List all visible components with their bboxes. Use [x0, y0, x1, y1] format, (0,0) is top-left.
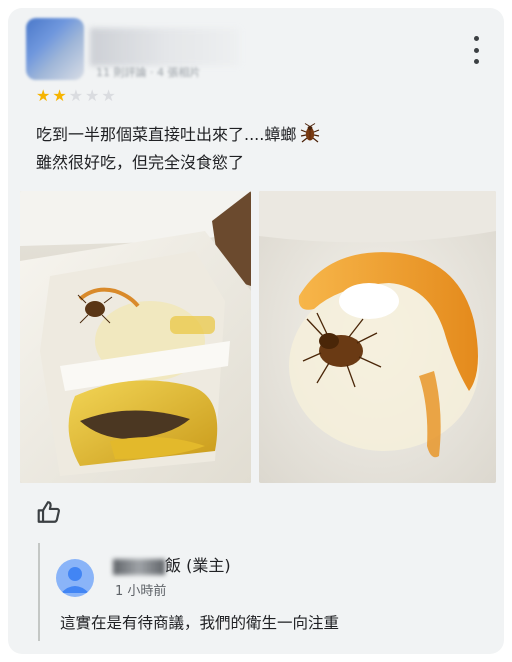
owner-reply-divider [38, 543, 40, 641]
star-icon: ★ [36, 86, 51, 105]
owner-name[interactable]: 飯 (業主) [113, 552, 231, 576]
star-icon: ★ [52, 86, 67, 105]
review-photo-2[interactable] [259, 191, 496, 483]
like-button[interactable] [36, 499, 62, 525]
owner-reply-text: 這實在是有待商議，我們的衛生一向注重 [60, 614, 340, 632]
star-icon: ★ [101, 86, 116, 105]
review-text-line-1: 吃到一半那個菜直接吐出來了....蟑螂 [36, 121, 476, 149]
reviewer-meta: 11 則評論 · 4 張相片 [96, 66, 201, 79]
person-icon [61, 567, 89, 593]
cockroach-closeup-image [259, 191, 496, 483]
star-rating: ★ ★ ★ ★ ★ [36, 88, 116, 104]
owner-name-redacted [113, 558, 165, 575]
review-text-line-2: 雖然很好吃，但完全沒食慾了 [36, 153, 245, 172]
more-vert-icon [473, 36, 479, 41]
reviewer-avatar-redacted[interactable] [26, 18, 84, 80]
review-photo-1[interactable] [20, 191, 251, 483]
star-icon: ★ [85, 86, 100, 105]
cockroach-emoji-icon [301, 123, 320, 143]
reviewer-name-redacted[interactable] [90, 28, 240, 66]
lunchbox-photo-image [20, 191, 251, 483]
owner-reply-time: 1 小時前 [115, 584, 167, 599]
review-card: 11 則評論 · 4 張相片 ★ ★ ★ ★ ★ 吃到一半那個菜直接吐出來了....蟑螂… [8, 8, 504, 654]
review-text: 吃到一半那個菜直接吐出來了....蟑螂 雖然很好吃，但完全沒食慾了 [36, 121, 476, 177]
owner-avatar[interactable] [56, 559, 94, 597]
thumb-up-icon [37, 501, 60, 523]
star-icon: ★ [68, 86, 84, 105]
more-options-button[interactable] [466, 36, 486, 64]
